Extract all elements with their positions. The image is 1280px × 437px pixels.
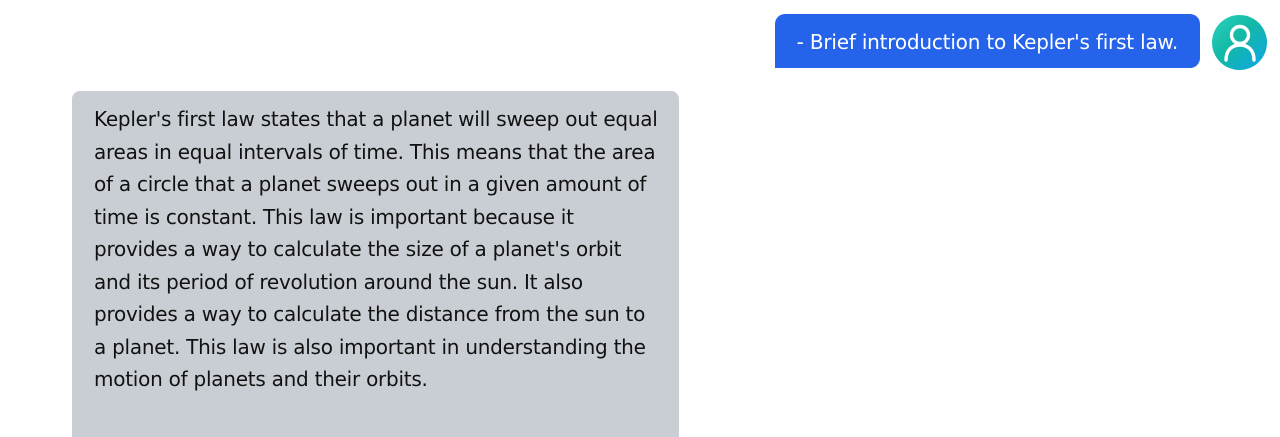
assistant-message-bubble: Kepler's first law states that a planet … [72,91,679,437]
chat-thread: - Brief introduction to Kepler's first l… [0,0,1280,437]
user-icon [1223,24,1256,62]
user-message-row: - Brief introduction to Kepler's first l… [774,14,1267,70]
user-message-bubble: - Brief introduction to Kepler's first l… [774,14,1200,68]
user-avatar[interactable] [1212,15,1267,70]
